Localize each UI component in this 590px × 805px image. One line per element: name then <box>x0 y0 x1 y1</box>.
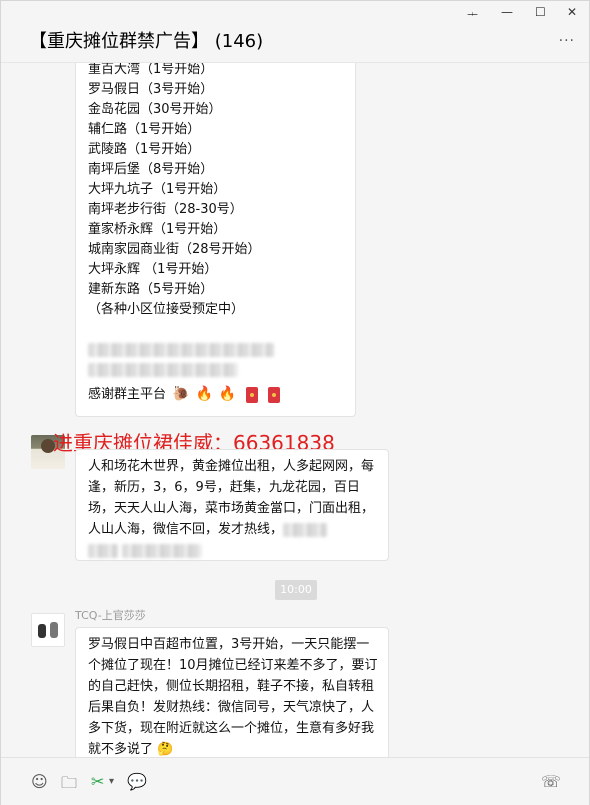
message-text: 罗马假日中百超市位置，3号开始，一天只能摆一个摊位了现在！10月摊位已经订来差不… <box>88 637 378 757</box>
chat-history-icon[interactable]: 💬 <box>127 772 147 791</box>
chat-window: 【重庆摊位群禁广告】 (146) ᆠ — ☐ ✕ ··· 重百大湾（1号开始） … <box>0 0 590 805</box>
location-line: 武陵路（1号开始） <box>88 142 201 157</box>
location-line: 建新东路（5号开始） <box>88 282 214 297</box>
location-line: 大坪九坑子（1号开始） <box>88 182 227 197</box>
thanks-text: 感谢群主平台 <box>88 387 167 402</box>
location-line: （各种小区位接受预定中） <box>88 302 245 317</box>
location-line: 重百大湾（1号开始） <box>88 63 214 77</box>
location-line: 大坪永辉 （1号开始） <box>88 262 218 277</box>
red-packet-icon <box>246 386 259 403</box>
timestamp-badge: 10:00 <box>275 580 317 600</box>
redacted-text <box>88 340 345 360</box>
location-line: 南坪老步行街（28-30号） <box>88 202 243 217</box>
location-line: 罗马假日（3号开始） <box>88 82 214 97</box>
redacted-text <box>88 540 378 561</box>
message-list[interactable]: 重百大湾（1号开始） 罗马假日（3号开始） 金岛花园（30号开始） 辅仁路（1号… <box>1 63 589 757</box>
emoji-icon[interactable]: ☺ <box>31 772 48 791</box>
close-button[interactable]: ✕ <box>567 5 577 19</box>
message-bubble-3[interactable]: 罗马假日中百超市位置，3号开始，一天只能摆一个摊位了现在！10月摊位已经订来差不… <box>75 627 389 757</box>
thanks-line: 感谢群主平台 🐌 🔥 🔥 <box>88 384 345 404</box>
thinking-emoji-icon: 🤔 <box>157 742 174 757</box>
folder-icon[interactable]: 🗀 <box>61 772 77 799</box>
minimize-button[interactable]: — <box>501 5 513 19</box>
chat-title: 【重庆摊位群禁广告】 (146) <box>29 31 264 52</box>
more-options-icon[interactable]: ··· <box>559 33 575 49</box>
snail-emoji-icon: 🐌 <box>172 386 190 402</box>
avatar[interactable] <box>31 613 65 647</box>
message-bubble-2[interactable]: 人和场花木世界，黄金摊位出租，人多起网网，每逢，新历，3，6，9号，赶集，九龙花… <box>75 449 389 561</box>
chevron-down-icon[interactable]: ▾ <box>109 776 114 787</box>
pin-icon[interactable]: ᆠ <box>467 5 478 22</box>
location-line: 南坪后堡（8号开始） <box>88 162 214 177</box>
redacted-text <box>88 360 345 380</box>
location-line: 金岛花园（30号开始） <box>88 102 222 117</box>
location-line: 辅仁路（1号开始） <box>88 122 201 137</box>
fire-emoji-icon: 🔥 <box>195 386 213 402</box>
sender-name[interactable]: TCQ-上官莎莎 <box>75 607 146 623</box>
fire-emoji-icon: 🔥 <box>218 386 237 402</box>
input-toolbar: ☺ 🗀 ✂ ▾ 💬 ☏ <box>1 757 589 805</box>
message-text: 人和场花木世界，黄金摊位出租，人多起网网，每逢，新历，3，6，9号，赶集，九龙花… <box>88 459 375 537</box>
red-packet-icon <box>268 386 281 403</box>
maximize-button[interactable]: ☐ <box>535 5 546 19</box>
location-line: 城南家园商业街（28号开始） <box>88 242 261 257</box>
scissors-icon[interactable]: ✂ <box>91 772 104 791</box>
phone-icon[interactable]: ☏ <box>541 772 561 791</box>
title-bar: 【重庆摊位群禁广告】 (146) ᆠ — ☐ ✕ ··· <box>1 1 589 63</box>
location-line: 童家桥永辉（1号开始） <box>88 222 227 237</box>
message-bubble-1[interactable]: 重百大湾（1号开始） 罗马假日（3号开始） 金岛花园（30号开始） 辅仁路（1号… <box>75 63 356 417</box>
